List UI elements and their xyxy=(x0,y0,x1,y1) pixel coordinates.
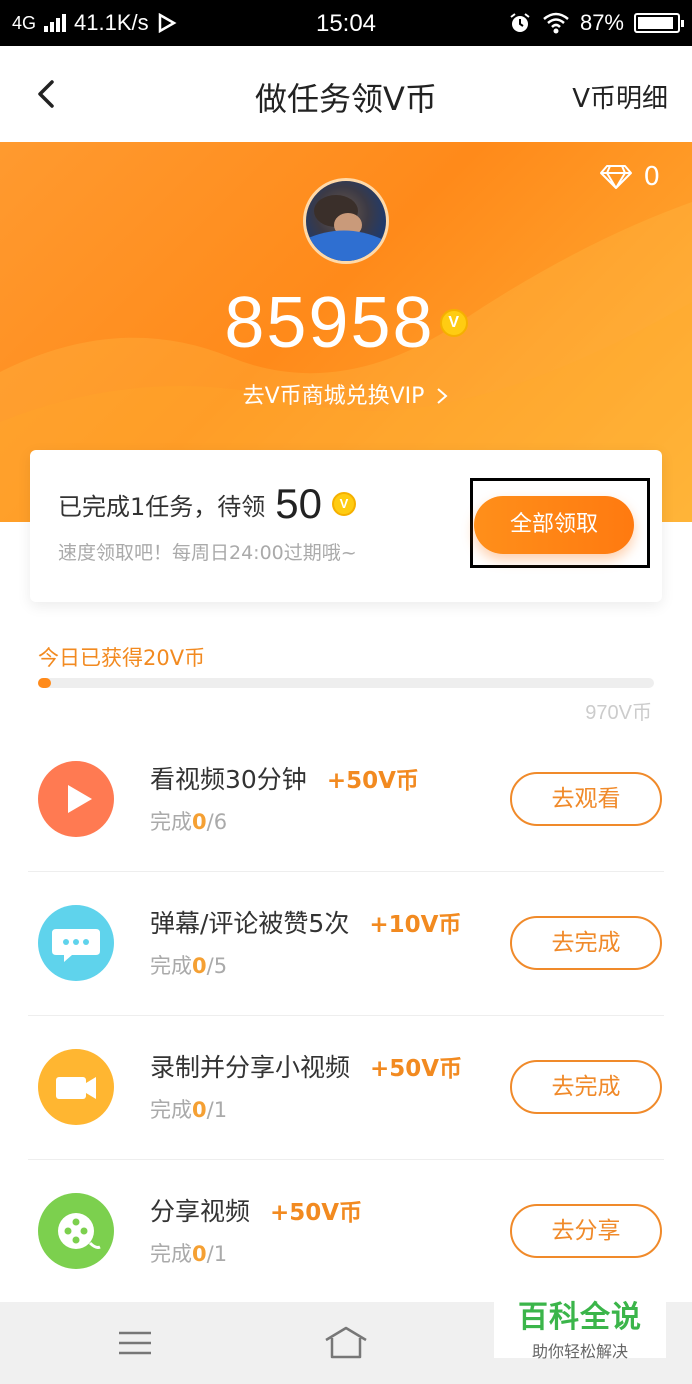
completed-text: 已完成1任务，待领 xyxy=(58,492,266,521)
claim-summary: 已完成1任务，待领 50 V xyxy=(58,480,356,528)
task-reward: +10V币 xyxy=(369,912,462,938)
task-progress: 完成0/1 xyxy=(150,1238,227,1268)
task-title-row: 弹幕/评论被赞5次 +10V币 xyxy=(150,904,461,940)
watermark-main: 百科全说 xyxy=(518,1300,642,1335)
task-progress-total: /1 xyxy=(206,1242,228,1266)
task-title: 看视频30分钟 xyxy=(150,765,307,794)
task-action-button[interactable]: 去完成 xyxy=(510,1060,662,1114)
task-reward: +50V币 xyxy=(370,1056,463,1082)
task-row: 分享视频 +50V币完成0/1 去分享 xyxy=(28,1160,664,1304)
battery-percent: 87% xyxy=(579,10,624,35)
wifi-icon xyxy=(543,12,569,34)
task-row: 弹幕/评论被赞5次 +10V币完成0/5 去完成 xyxy=(28,872,664,1016)
task-progress-prefix: 完成 xyxy=(150,1098,192,1122)
alarm-icon xyxy=(510,13,530,32)
task-progress-total: /5 xyxy=(206,954,228,978)
diamond-icon xyxy=(600,165,633,189)
task-title-row: 录制并分享小视频 +50V币 xyxy=(150,1048,462,1084)
diamond-count: 0 xyxy=(643,162,660,192)
watermark-sub: 助你轻松解决 xyxy=(531,1342,628,1361)
diamond-counter: 0 xyxy=(599,162,660,192)
chevron-right-icon xyxy=(437,388,448,404)
v-coin-icon: V xyxy=(439,309,468,337)
daily-progress-fill xyxy=(38,678,51,688)
vip-mall-link[interactable]: 去V币商城兑换VIP xyxy=(0,378,692,410)
menu-icon[interactable] xyxy=(118,1330,152,1356)
task-action-button[interactable]: 去分享 xyxy=(510,1204,662,1258)
avatar[interactable] xyxy=(303,178,389,264)
daily-max-label: 970V币 xyxy=(585,702,652,724)
task-title-row: 看视频30分钟 +50V币 xyxy=(150,760,419,796)
task-title: 弹幕/评论被赞5次 xyxy=(150,909,350,938)
daily-progress-bar xyxy=(38,678,654,688)
claim-card: 已完成1任务，待领 50 V 速度领取吧！每周日24:00过期哦~ 全部领取 xyxy=(30,450,662,602)
task-title: 分享视频 xyxy=(150,1197,251,1226)
task-title: 录制并分享小视频 xyxy=(150,1053,351,1082)
today-earned-label: 今日已获得20V币 xyxy=(38,646,206,670)
status-right: 87% xyxy=(508,10,684,36)
task-progress-prefix: 完成 xyxy=(150,810,192,834)
battery-fill xyxy=(638,17,673,29)
task-progress-total: /1 xyxy=(206,1098,228,1122)
vip-mall-label: 去V币商城兑换VIP xyxy=(242,384,425,409)
task-reward: +50V币 xyxy=(270,1200,363,1226)
watermark-logo: 百科全说 助你轻松解决 xyxy=(494,1286,666,1361)
home-icon[interactable] xyxy=(322,1324,370,1360)
claim-all-button[interactable]: 全部领取 xyxy=(474,496,634,554)
status-bar: 4G 41.1K/s 15:04 87% xyxy=(0,0,692,46)
task-progress-done: 0 xyxy=(192,954,207,978)
nav-bar: 做任务领V币 V币明细 xyxy=(0,46,692,142)
pending-amount: 50 xyxy=(275,480,322,527)
task-title-row: 分享视频 +50V币 xyxy=(150,1192,362,1228)
coin-detail-link[interactable]: V币明细 xyxy=(572,78,668,115)
task-progress-done: 0 xyxy=(192,1242,207,1266)
battery-icon xyxy=(634,13,684,33)
play-icon xyxy=(38,761,114,837)
task-progress-done: 0 xyxy=(192,810,207,834)
task-reward: +50V币 xyxy=(326,768,419,794)
avatar-image xyxy=(306,195,386,261)
chat-bubble-icon xyxy=(38,905,114,981)
task-progress: 完成0/1 xyxy=(150,1094,227,1124)
coin-balance-row: 85958 V xyxy=(0,282,692,364)
film-reel-icon xyxy=(38,1193,114,1269)
task-action-button[interactable]: 去完成 xyxy=(510,916,662,970)
task-progress-total: /6 xyxy=(206,810,228,834)
task-action-button[interactable]: 去观看 xyxy=(510,772,662,826)
video-camera-icon xyxy=(38,1049,114,1125)
task-progress-done: 0 xyxy=(192,1098,207,1122)
task-progress: 完成0/6 xyxy=(150,806,227,836)
coin-balance: 85958 xyxy=(224,283,435,363)
task-progress: 完成0/5 xyxy=(150,950,227,980)
task-progress-prefix: 完成 xyxy=(150,1242,192,1266)
task-row: 看视频30分钟 +50V币完成0/6 去观看 xyxy=(28,728,664,872)
task-row: 录制并分享小视频 +50V币完成0/1 去完成 xyxy=(28,1016,664,1160)
task-progress-prefix: 完成 xyxy=(150,954,192,978)
claim-note: 速度领取吧！每周日24:00过期哦~ xyxy=(58,542,357,564)
v-coin-icon: V xyxy=(332,492,356,516)
